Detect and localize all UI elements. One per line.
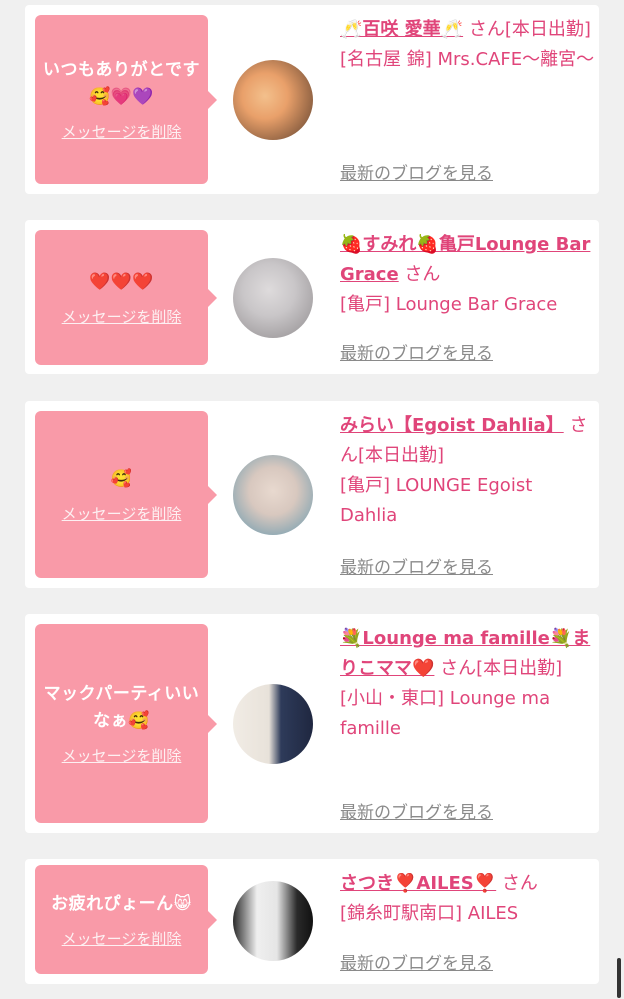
delete-message-link[interactable]: メッセージを削除 — [62, 121, 182, 142]
avatar[interactable] — [233, 258, 313, 338]
avatar[interactable] — [233, 881, 313, 961]
message-card: お疲れぴょーん😸 メッセージを削除 さつき❣️AILES❣️ さん [錦糸町駅南… — [25, 859, 599, 984]
cast-info: みらい【Egoist Dahlia】 さん[本日出勤] [亀戸] LOUNGE … — [340, 411, 595, 531]
shop-name: [亀戸] LOUNGE Egoist Dahlia — [340, 475, 533, 526]
scrollbar[interactable] — [617, 958, 621, 998]
latest-blog-link[interactable]: 最新のブログを見る — [340, 553, 493, 578]
message-bubble: お疲れぴょーん😸 メッセージを削除 — [35, 865, 217, 974]
message-text: お疲れぴょーん😸 — [51, 893, 192, 914]
latest-blog-link[interactable]: 最新のブログを見る — [340, 798, 493, 823]
delete-message-link[interactable]: メッセージを削除 — [62, 306, 182, 327]
san-status: さん[本日出勤] — [440, 658, 563, 679]
cast-name-link[interactable]: みらい【Egoist Dahlia】 — [340, 415, 564, 436]
message-text: ❤️❤️❤️ — [88, 271, 154, 292]
cast-info: 🍓すみれ🍓亀戸Lounge Bar Grace さん [亀戸] Lounge B… — [340, 230, 595, 320]
message-text: 🥰 — [110, 468, 133, 489]
shop-name: [小山・東口] Lounge ma famille — [340, 688, 551, 739]
message-text: マックパーティいいなぁ🥰 — [43, 684, 200, 731]
cast-name-link[interactable]: 🥂百咲 愛華🥂 — [340, 19, 463, 40]
latest-blog-link[interactable]: 最新のブログを見る — [340, 339, 493, 364]
message-bubble: ❤️❤️❤️ メッセージを削除 — [35, 230, 217, 365]
delete-message-link[interactable]: メッセージを削除 — [62, 928, 182, 949]
message-bubble: いつもありがとです🥰💗💜 メッセージを削除 — [35, 15, 217, 184]
message-bubble: 🥰 メッセージを削除 — [35, 411, 217, 578]
cast-info: 💐Lounge ma famille💐まりこママ❤️ さん[本日出勤] [小山・… — [340, 624, 595, 744]
shop-name: [亀戸] Lounge Bar Grace — [340, 294, 558, 315]
message-card: マックパーティいいなぁ🥰 メッセージを削除 💐Lounge ma famille… — [25, 614, 599, 833]
latest-blog-link[interactable]: 最新のブログを見る — [340, 949, 493, 974]
cast-info: さつき❣️AILES❣️ さん [錦糸町駅南口] AILES — [340, 869, 595, 929]
avatar[interactable] — [233, 684, 313, 764]
shop-name: [名古屋 錦] Mrs.CAFE〜離宮〜 — [340, 49, 595, 70]
avatar[interactable] — [233, 455, 313, 535]
delete-message-link[interactable]: メッセージを削除 — [62, 503, 182, 524]
message-bubble: マックパーティいいなぁ🥰 メッセージを削除 — [35, 624, 217, 823]
message-card: 🥰 メッセージを削除 みらい【Egoist Dahlia】 さん[本日出勤] [… — [25, 401, 599, 588]
cast-name-link[interactable]: 🍓すみれ🍓亀戸Lounge Bar Grace — [340, 234, 590, 285]
san-status: さん — [404, 264, 441, 285]
message-card: ❤️❤️❤️ メッセージを削除 🍓すみれ🍓亀戸Lounge Bar Grace … — [25, 220, 599, 374]
latest-blog-link[interactable]: 最新のブログを見る — [340, 159, 493, 184]
message-text: いつもありがとです🥰💗💜 — [43, 60, 200, 107]
cast-info: 🥂百咲 愛華🥂 さん[本日出勤] [名古屋 錦] Mrs.CAFE〜離宮〜 — [340, 15, 595, 75]
delete-message-link[interactable]: メッセージを削除 — [62, 745, 182, 766]
message-card: いつもありがとです🥰💗💜 メッセージを削除 🥂百咲 愛華🥂 さん[本日出勤] [… — [25, 5, 599, 194]
san-status: さん — [501, 873, 538, 894]
cast-name-link[interactable]: さつき❣️AILES❣️ — [340, 873, 496, 894]
san-status: さん[本日出勤] — [468, 19, 591, 40]
avatar[interactable] — [233, 60, 313, 140]
shop-name: [錦糸町駅南口] AILES — [340, 903, 519, 924]
